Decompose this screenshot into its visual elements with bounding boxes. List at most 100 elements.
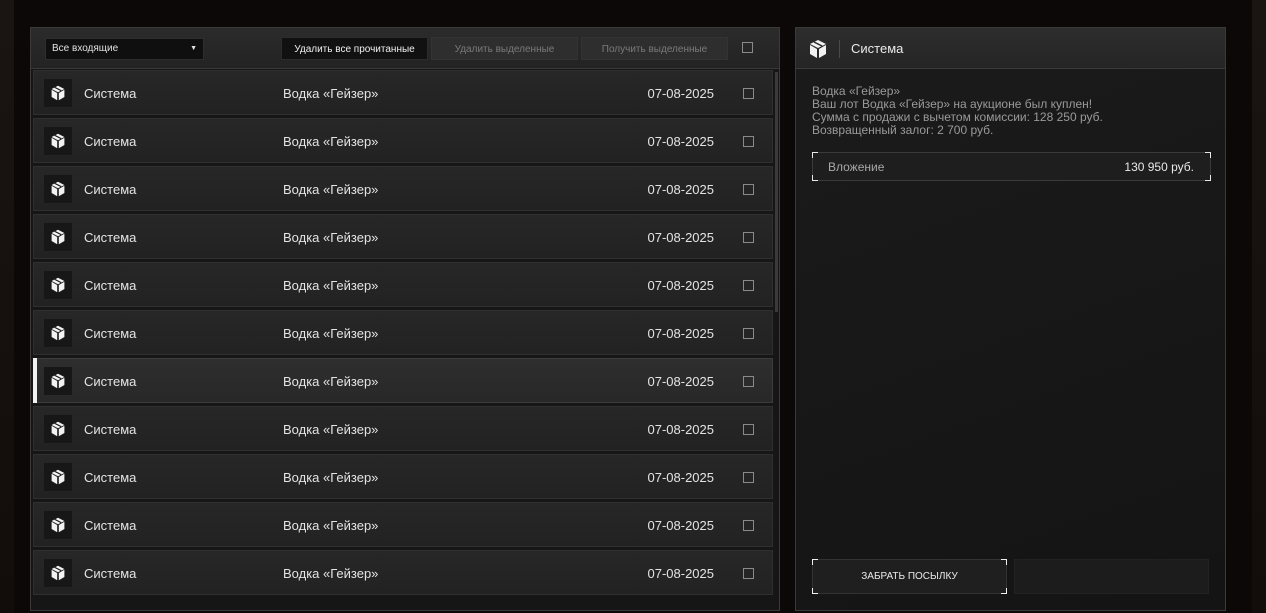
message-detail-header: Система	[796, 28, 1225, 69]
message-line-deposit: Возвращенный залог: 2 700 руб.	[812, 123, 994, 137]
message-date: 07-08-2025	[647, 230, 715, 245]
message-body: Водка «Гейзер» Ваш лот Водка «Гейзер» на…	[812, 85, 1212, 137]
message-list-scrollbar[interactable]	[775, 72, 778, 312]
delete-selected-button[interactable]: Удалить выделенные	[431, 37, 578, 60]
message-sender: Система	[84, 86, 137, 101]
package-icon	[44, 79, 72, 107]
message-subject: Водка «Гейзер»	[283, 470, 379, 485]
message-checkbox[interactable]	[743, 424, 754, 435]
corner-mark	[812, 152, 818, 158]
message-date: 07-08-2025	[647, 566, 715, 581]
message-subject: Водка «Гейзер»	[283, 566, 379, 581]
inbox-filter-select[interactable]: Все входящие ▼	[45, 38, 204, 60]
corner-mark	[812, 559, 818, 565]
message-list: Система Водка «Гейзер» 07-08-2025 Система Во…	[33, 70, 773, 610]
message-row[interactable]: Система Водка «Гейзер» 07-08-2025	[33, 166, 773, 211]
message-checkbox[interactable]	[743, 376, 754, 387]
corner-mark	[1001, 588, 1007, 594]
message-subject: Водка «Гейзер»	[283, 374, 379, 389]
message-checkbox[interactable]	[743, 184, 754, 195]
message-date: 07-08-2025	[647, 326, 715, 341]
message-row[interactable]: Система Водка «Гейзер» 07-08-2025	[33, 262, 773, 307]
message-sender: Система	[84, 134, 137, 149]
message-sender: Система	[84, 566, 137, 581]
package-icon	[44, 367, 72, 395]
message-checkbox[interactable]	[743, 88, 754, 99]
message-checkbox[interactable]	[743, 472, 754, 483]
package-icon	[44, 175, 72, 203]
inbox-filter-value: Все входящие	[52, 43, 119, 54]
message-sender: Система	[84, 278, 137, 293]
message-sender: Система	[84, 326, 137, 341]
message-detail-panel: Система Водка «Гейзер» Ваш лот Водка «Ге…	[795, 27, 1226, 611]
message-checkbox[interactable]	[743, 328, 754, 339]
message-checkbox[interactable]	[743, 232, 754, 243]
corner-mark	[812, 588, 818, 594]
caret-down-icon: ▼	[190, 45, 197, 52]
take-parcel-button[interactable]: ЗАБРАТЬ ПОСЫЛКУ	[812, 559, 1007, 594]
message-subject: Водка «Гейзер»	[283, 422, 379, 437]
attachment-value: 130 950 руб.	[1124, 160, 1194, 174]
message-sender: Система	[84, 422, 137, 437]
message-subject: Водка «Гейзер»	[283, 134, 379, 149]
package-icon	[44, 559, 72, 587]
message-subject: Водка «Гейзер»	[283, 278, 379, 293]
message-checkbox[interactable]	[743, 280, 754, 291]
message-sender: Система	[84, 182, 137, 197]
get-selected-button[interactable]: Получить выделенные	[581, 37, 728, 60]
message-date: 07-08-2025	[647, 374, 715, 389]
message-row[interactable]: Система Водка «Гейзер» 07-08-2025	[33, 502, 773, 547]
message-sender: Система	[84, 230, 137, 245]
inbox-panel: Все входящие ▼ Удалить все прочитанные У…	[30, 27, 780, 611]
message-subject: Водка «Гейзер»	[283, 230, 379, 245]
window-frame-left	[0, 0, 14, 613]
message-detail-sender: Система	[851, 41, 904, 56]
message-date: 07-08-2025	[647, 518, 715, 533]
message-date: 07-08-2025	[647, 422, 715, 437]
corner-mark	[1205, 152, 1211, 158]
package-icon	[44, 319, 72, 347]
select-all-checkbox[interactable]	[742, 42, 753, 53]
message-row[interactable]: Система Водка «Гейзер» 07-08-2025	[33, 70, 773, 115]
delete-read-button[interactable]: Удалить все прочитанные	[281, 37, 428, 60]
message-checkbox[interactable]	[743, 136, 754, 147]
take-parcel-label: ЗАБРАТЬ ПОСЫЛКУ	[861, 571, 958, 582]
message-row[interactable]: Система Водка «Гейзер» 07-08-2025	[33, 118, 773, 163]
corner-mark	[1001, 559, 1007, 565]
message-sender: Система	[84, 518, 137, 533]
window-frame-right	[1252, 0, 1266, 613]
package-icon	[44, 463, 72, 491]
message-date: 07-08-2025	[647, 470, 715, 485]
message-subject: Водка «Гейзер»	[283, 86, 379, 101]
message-subject: Водка «Гейзер»	[283, 326, 379, 341]
message-row[interactable]: Система Водка «Гейзер» 07-08-2025	[33, 358, 773, 403]
package-icon	[44, 415, 72, 443]
message-row[interactable]: Система Водка «Гейзер» 07-08-2025	[33, 310, 773, 355]
message-checkbox[interactable]	[743, 520, 754, 531]
message-row[interactable]: Система Водка «Гейзер» 07-08-2025	[33, 454, 773, 499]
corner-mark	[812, 175, 818, 181]
attachment-box: Вложение 130 950 руб.	[812, 152, 1211, 181]
message-row[interactable]: Система Водка «Гейзер» 07-08-2025	[33, 406, 773, 451]
message-subject: Водка «Гейзер»	[283, 182, 379, 197]
package-icon	[44, 127, 72, 155]
inbox-toolbar: Все входящие ▼ Удалить все прочитанные У…	[31, 28, 779, 69]
package-icon	[44, 271, 72, 299]
message-subject: Водка «Гейзер»	[283, 518, 379, 533]
message-checkbox[interactable]	[743, 568, 754, 579]
message-date: 07-08-2025	[647, 182, 715, 197]
message-date: 07-08-2025	[647, 134, 715, 149]
package-icon	[44, 223, 72, 251]
message-date: 07-08-2025	[647, 278, 715, 293]
package-icon	[44, 511, 72, 539]
message-sender: Система	[84, 470, 137, 485]
message-row[interactable]: Система Водка «Гейзер» 07-08-2025	[33, 214, 773, 259]
corner-mark	[1205, 175, 1211, 181]
message-row[interactable]: Система Водка «Гейзер» 07-08-2025	[33, 550, 773, 595]
attachment-label: Вложение	[828, 160, 885, 174]
message-sender: Система	[84, 374, 137, 389]
message-date: 07-08-2025	[647, 86, 715, 101]
secondary-button-slot	[1014, 559, 1209, 594]
package-icon	[808, 39, 828, 59]
header-separator	[839, 40, 840, 58]
